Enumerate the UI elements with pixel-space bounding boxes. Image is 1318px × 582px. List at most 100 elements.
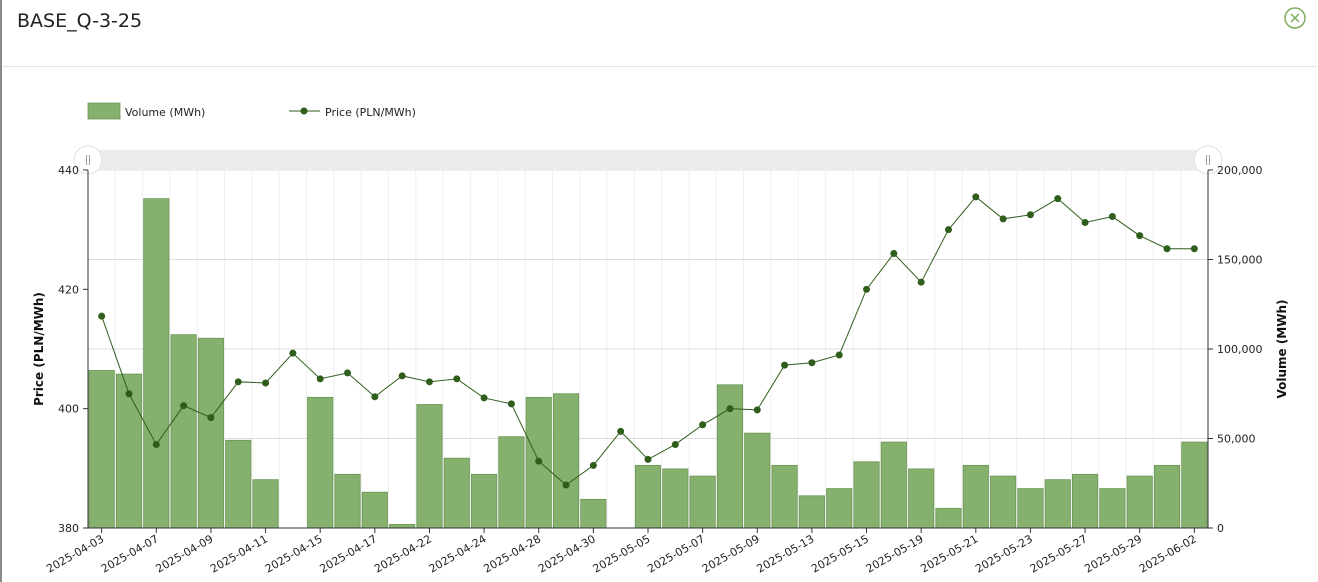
volume-bar[interactable] (88, 370, 115, 529)
x-tick-label: 2025-04-17 (317, 532, 379, 575)
volume-bar[interactable] (307, 396, 334, 529)
price-point[interactable] (480, 394, 488, 402)
price-point[interactable] (234, 378, 242, 386)
volume-bar[interactable] (634, 464, 662, 529)
right-tick-label: 200,000 (1217, 164, 1263, 177)
right-axis-title: Volume (MWh) (1275, 299, 1289, 398)
x-tick-label: 2025-05-15 (809, 532, 871, 575)
volume-bar[interactable] (1153, 464, 1181, 529)
x-tick-label: 2025-05-21 (918, 532, 980, 575)
price-point[interactable] (152, 440, 160, 448)
volume-bar[interactable] (552, 393, 580, 529)
volume-bar[interactable] (416, 404, 443, 529)
price-point[interactable] (262, 379, 270, 387)
volume-bar[interactable] (1181, 441, 1208, 529)
price-point[interactable] (972, 193, 980, 201)
volume-bar[interactable] (1126, 475, 1153, 529)
volume-bar[interactable] (744, 432, 771, 529)
volume-bar[interactable] (1072, 473, 1099, 529)
volume-bar[interactable] (389, 524, 416, 529)
price-point[interactable] (835, 351, 843, 359)
legend-price-label: Price (PLN/MWh) (325, 106, 416, 119)
price-point[interactable] (316, 375, 324, 383)
price-point[interactable] (1163, 245, 1171, 253)
price-line (101, 196, 1195, 486)
volume-bar[interactable] (771, 464, 798, 529)
legend-volume-swatch (87, 102, 121, 120)
range-scrollbar-track[interactable] (88, 150, 1208, 170)
x-tick-label: 2025-04-30 (536, 532, 598, 575)
price-point[interactable] (453, 375, 461, 383)
right-tick-label: 0 (1217, 522, 1224, 535)
x-tick-label: 2025-05-13 (755, 532, 817, 575)
x-tick-label: 2025-05-23 (973, 532, 1035, 575)
price-point[interactable] (890, 250, 898, 258)
price-point[interactable] (125, 390, 133, 398)
volume-bar[interactable] (1017, 488, 1044, 529)
x-tick-label: 2025-06-02 (1137, 532, 1199, 575)
left-tick-label: 380 (58, 522, 79, 535)
x-tick-label: 2025-04-15 (263, 532, 325, 575)
volume-bar[interactable] (498, 436, 525, 529)
right-tick-label: 50,000 (1217, 433, 1256, 446)
volume-bar[interactable] (1099, 488, 1126, 529)
price-point[interactable] (289, 349, 297, 357)
volume-bar[interactable] (826, 488, 853, 529)
price-point[interactable] (207, 414, 215, 422)
price-point[interactable] (98, 312, 106, 320)
volume-bar[interactable] (252, 479, 279, 529)
volume-bar[interactable] (880, 441, 907, 529)
price-point[interactable] (1054, 195, 1062, 203)
price-point[interactable] (371, 393, 379, 401)
volume-bar[interactable] (853, 461, 880, 529)
price-point[interactable] (535, 457, 543, 465)
price-point[interactable] (781, 361, 789, 369)
volume-bar[interactable] (197, 337, 224, 529)
price-point[interactable] (1136, 232, 1144, 240)
x-tick-label: 2025-05-05 (591, 532, 653, 575)
price-point[interactable] (999, 215, 1007, 223)
price-point[interactable] (1190, 245, 1198, 253)
price-point[interactable] (671, 440, 679, 448)
volume-bar[interactable] (225, 439, 252, 529)
price-point[interactable] (425, 378, 433, 386)
x-tick-label: 2025-04-07 (99, 532, 161, 575)
volume-bar[interactable] (662, 468, 689, 529)
volume-bar[interactable] (334, 473, 361, 529)
volume-bar[interactable] (798, 495, 825, 529)
price-point[interactable] (863, 285, 871, 293)
volume-bar[interactable] (443, 457, 470, 529)
x-tick-label: 2025-04-11 (208, 532, 270, 575)
price-point[interactable] (562, 481, 570, 489)
volume-bar[interactable] (908, 468, 935, 529)
price-point[interactable] (1081, 219, 1089, 227)
price-point[interactable] (726, 405, 734, 413)
price-point[interactable] (344, 369, 352, 377)
price-point[interactable] (644, 455, 652, 463)
x-tick-label: 2025-05-07 (645, 532, 707, 575)
price-point[interactable] (808, 359, 816, 367)
volume-bar[interactable] (471, 473, 498, 529)
volume-bar[interactable] (1044, 479, 1071, 529)
price-point[interactable] (944, 226, 952, 234)
price-point[interactable] (1026, 211, 1034, 219)
volume-bar[interactable] (143, 198, 170, 529)
volume-bar[interactable] (962, 464, 989, 529)
price-point[interactable] (589, 461, 597, 469)
price-point[interactable] (398, 372, 406, 380)
volume-bar[interactable] (990, 475, 1017, 529)
price-point[interactable] (617, 427, 625, 435)
price-point[interactable] (1108, 213, 1116, 221)
volume-bar[interactable] (580, 498, 607, 529)
price-point[interactable] (917, 278, 925, 286)
left-tick-label: 420 (58, 283, 79, 296)
price-point[interactable] (507, 400, 515, 408)
volume-bar[interactable] (361, 491, 388, 529)
volume-bar[interactable] (170, 334, 197, 529)
price-point[interactable] (180, 402, 188, 410)
volume-bar[interactable] (935, 507, 962, 529)
right-tick-label: 100,000 (1217, 343, 1263, 356)
volume-bar[interactable] (689, 475, 716, 529)
price-point[interactable] (753, 406, 761, 414)
price-point[interactable] (699, 421, 707, 429)
